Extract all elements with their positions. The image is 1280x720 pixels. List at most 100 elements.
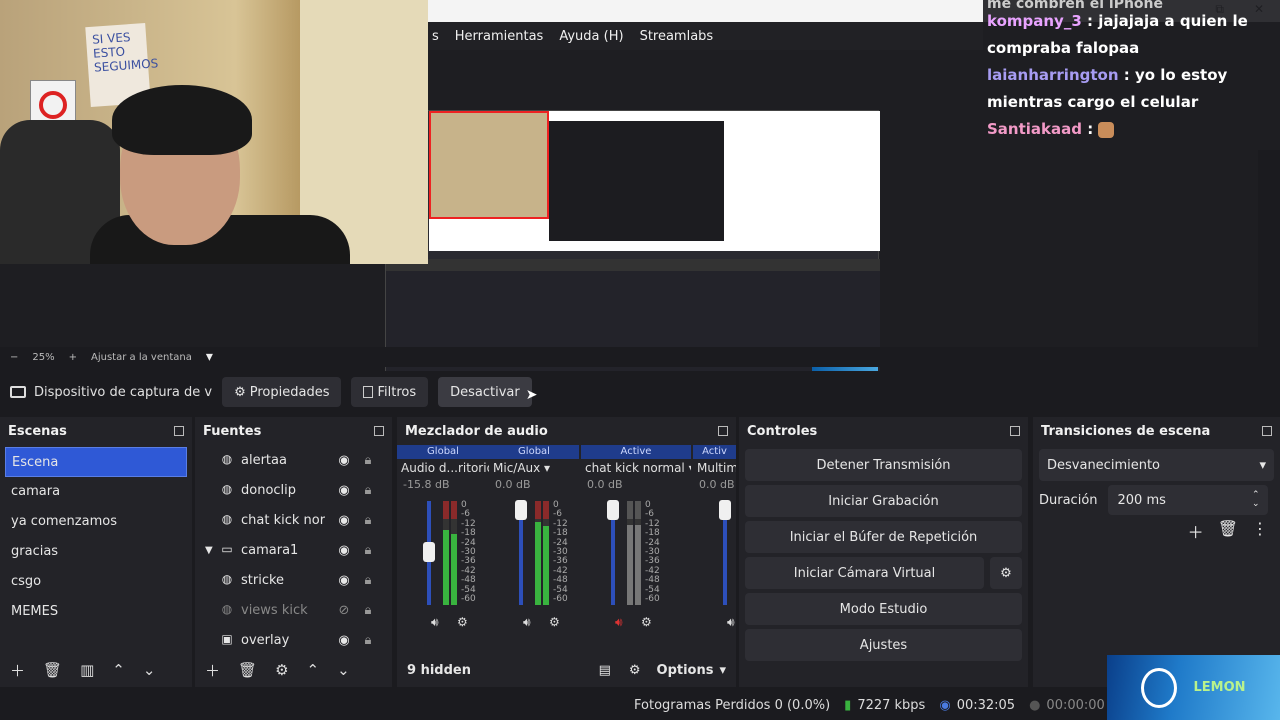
lock-icon[interactable]: 🔒︎ [361, 453, 375, 468]
eye-icon[interactable]: ◉ [335, 573, 353, 588]
fader-knob[interactable] [515, 500, 527, 521]
options-button[interactable]: Options [657, 663, 714, 678]
eye-icon[interactable]: ◉ [335, 543, 353, 558]
properties-button[interactable]: ⚙ Propiedades [222, 377, 342, 407]
scene-item[interactable]: camara [0, 477, 192, 507]
lock-icon[interactable]: 🔒︎ [361, 603, 375, 618]
start-recording-button[interactable]: Iniciar Grabación [745, 485, 1022, 517]
channel-tag: Global [397, 445, 489, 459]
channel-settings-icon[interactable]: ⚙ [641, 615, 652, 629]
gear-icon[interactable]: ⚙ [275, 661, 288, 679]
trash-icon[interactable]: 🗑 [238, 661, 257, 679]
popout-icon[interactable] [1262, 426, 1272, 436]
channel-volume-db: 0.0 dB [699, 478, 735, 491]
start-virtual-camera-button[interactable]: Iniciar Cámara Virtual [745, 557, 984, 589]
zoom-in-button[interactable]: + [69, 352, 77, 363]
scene-item[interactable]: gracias [0, 537, 192, 567]
chevron-up-icon[interactable]: ⌃ [307, 661, 320, 679]
camera-icon [10, 386, 26, 398]
chevron-down-icon[interactable]: ⌄ [143, 661, 156, 679]
eye-icon[interactable]: ◉ [335, 453, 353, 468]
source-item[interactable]: ▣ overlay ◉ 🔒︎ [195, 625, 392, 655]
fader-knob[interactable] [719, 500, 731, 521]
source-item[interactable]: ◍ chat kick normal ◉ 🔒︎ [195, 505, 392, 535]
add-icon[interactable]: ＋ [1188, 519, 1204, 543]
filter-icon[interactable]: ▥ [80, 661, 94, 679]
start-replay-buffer-button[interactable]: Iniciar el Búfer de Repetición [745, 521, 1022, 553]
mixer-title: Mezclador de audio [405, 423, 548, 439]
lock-icon[interactable]: 🔒︎ [361, 483, 375, 498]
lock-icon[interactable]: 🔒︎ [361, 573, 375, 588]
virtual-camera-settings-icon[interactable]: ⚙ [990, 557, 1022, 589]
eye-icon[interactable]: ◉ [335, 513, 353, 528]
eye-icon[interactable]: ◉ [335, 483, 353, 498]
lock-icon[interactable]: 🔒︎ [361, 543, 375, 558]
fader-knob[interactable] [423, 541, 435, 562]
transition-select[interactable]: Desvanecimiento ▾ [1039, 449, 1274, 481]
lock-icon[interactable]: 🔒︎ [361, 513, 375, 528]
eye-hidden-icon[interactable]: ⊘ [335, 603, 353, 618]
scene-item[interactable]: Escena [5, 447, 187, 477]
channel-name[interactable]: Multime [693, 459, 736, 477]
speaker-icon[interactable]: 🔊︎ [431, 615, 439, 630]
scene-item[interactable]: MEMES [0, 597, 192, 627]
add-icon[interactable]: ＋ [205, 660, 220, 681]
popout-icon[interactable] [374, 426, 384, 436]
chevron-down-icon[interactable]: ▾ [206, 349, 213, 365]
lemon-brand-text: LEMON [1193, 680, 1246, 695]
fit-window-label[interactable]: Ajustar a la ventana [91, 352, 192, 363]
layout-icon[interactable]: ▤ [599, 663, 611, 678]
speaker-muted-icon[interactable]: 🔊︎ [615, 615, 623, 630]
popout-icon[interactable] [1010, 426, 1020, 436]
source-toolbar: Dispositivo de captura de v ⚙ Propiedade… [0, 371, 1280, 413]
mixer-settings-icon[interactable]: ⚙ [629, 663, 641, 678]
deactivate-button[interactable]: Desactivar [438, 377, 532, 407]
source-item[interactable]: ▼ ▭ camara1 ◉ 🔒︎ [195, 535, 392, 565]
menu-item-streamlabs[interactable]: Streamlabs [640, 29, 714, 44]
add-icon[interactable]: ＋ [10, 660, 25, 681]
channel-name[interactable]: Audio d...ritorio ▾ [397, 459, 489, 477]
speaker-icon[interactable]: 🔊︎ [523, 615, 531, 630]
trash-icon[interactable]: 🗑 [1218, 519, 1238, 543]
channel-volume-db: 0.0 dB [495, 478, 531, 491]
record-icon: ● [1029, 697, 1041, 713]
studio-mode-button[interactable]: Modo Estudio [745, 593, 1022, 625]
source-item[interactable]: ◍ stricke ◉ 🔒︎ [195, 565, 392, 595]
scenes-dock: Escenas Escena camara ya comenzamos grac… [0, 417, 192, 687]
settings-button[interactable]: Ajustes [745, 629, 1022, 661]
channel-name[interactable]: Mic/Aux ▾ [489, 459, 579, 477]
lemon-logo-overlay: LEMON [1107, 655, 1280, 720]
stop-stream-button[interactable]: Detener Transmisión [745, 449, 1022, 481]
fader-knob[interactable] [607, 500, 619, 521]
channel-settings-icon[interactable]: ⚙ [549, 615, 560, 629]
channel-name[interactable]: chat kick normal ▾ [581, 459, 691, 477]
menu-item-help[interactable]: Ayuda (H) [559, 29, 623, 44]
scene-item[interactable]: ya comenzamos [0, 507, 192, 537]
filters-button[interactable]: Filtros [351, 377, 429, 407]
popout-icon[interactable] [718, 426, 728, 436]
source-item[interactable]: ◍ alertaa ◉ 🔒︎ [195, 445, 392, 475]
more-icon[interactable]: ⋮ [1252, 519, 1268, 543]
chevron-down-icon[interactable]: ▾ [719, 663, 726, 678]
source-item[interactable]: ◍ donoclip ◉ 🔒︎ [195, 475, 392, 505]
eye-icon[interactable]: ◉ [335, 633, 353, 648]
scene-item[interactable]: csgo [0, 567, 192, 597]
lock-icon[interactable]: 🔒︎ [361, 633, 375, 648]
source-item[interactable]: ◍ views kick ⊘ 🔒︎ [195, 595, 392, 625]
zoom-out-button[interactable]: − [10, 352, 18, 363]
mixer-footer: 9 hidden ▤ ⚙ Options ▾ [397, 653, 736, 687]
channel-volume-db: 0.0 dB [587, 478, 623, 491]
chevron-down-icon[interactable]: ⌄ [337, 661, 350, 679]
chevron-down-icon[interactable]: ▼ [205, 545, 219, 556]
record-time: 00:00:00 [1046, 697, 1105, 713]
speaker-icon[interactable]: 🔊︎ [727, 615, 735, 630]
chevron-up-icon[interactable]: ⌃ [112, 661, 125, 679]
popout-icon[interactable] [174, 426, 184, 436]
duration-input[interactable]: 200 ms ⌃ ⌄ [1107, 485, 1268, 515]
menu-item-tools[interactable]: Herramientas [455, 29, 544, 44]
channel-settings-icon[interactable]: ⚙ [457, 615, 468, 629]
duration-value: 200 ms [1117, 492, 1166, 508]
spinner-icon[interactable]: ⌃ ⌄ [1252, 491, 1260, 509]
trash-icon[interactable]: 🗑 [43, 661, 62, 679]
menu-item-partial[interactable]: s [432, 29, 439, 44]
